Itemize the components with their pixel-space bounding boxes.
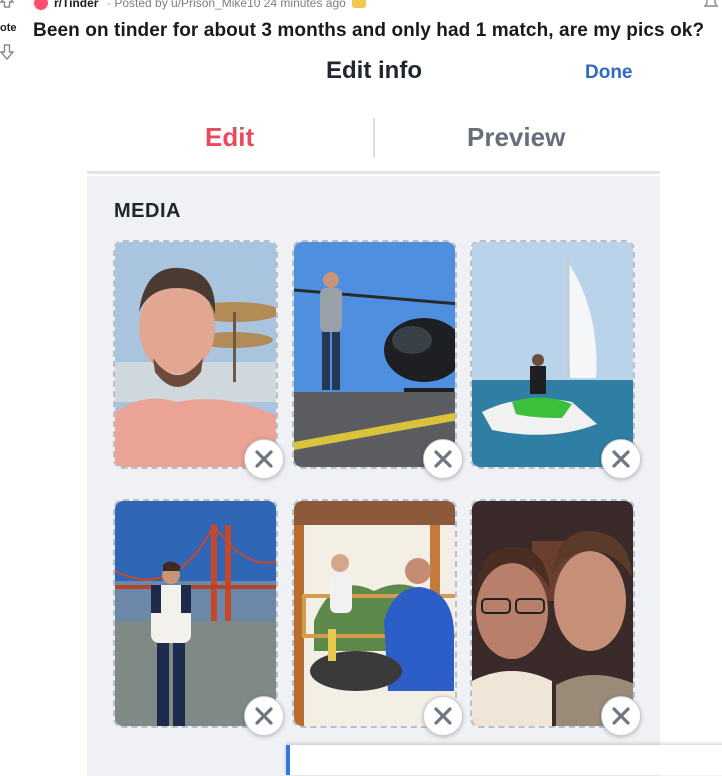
tab-preview[interactable]: Preview bbox=[467, 122, 565, 153]
photo-image bbox=[115, 501, 276, 726]
remove-photo-6-button[interactable] bbox=[601, 696, 641, 736]
tab-divider bbox=[373, 118, 375, 158]
tab-edit[interactable]: Edit bbox=[205, 122, 254, 153]
close-icon bbox=[255, 707, 273, 725]
close-icon bbox=[255, 450, 273, 468]
close-icon bbox=[612, 707, 630, 725]
photo-slot-2[interactable] bbox=[292, 240, 457, 469]
post-title[interactable]: Been on tinder for about 3 months and on… bbox=[33, 20, 704, 42]
tab-bar: Edit Preview bbox=[87, 110, 660, 174]
photo-slot-1[interactable] bbox=[113, 240, 278, 469]
subreddit-link[interactable]: r/Tinder bbox=[54, 0, 98, 9]
photo-image bbox=[472, 242, 633, 467]
photo-slot-3[interactable] bbox=[470, 240, 635, 469]
notification-toast[interactable] bbox=[286, 745, 722, 775]
photo-image bbox=[294, 242, 455, 467]
photo-image bbox=[115, 242, 276, 467]
remove-photo-5-button[interactable] bbox=[423, 696, 463, 736]
photo-image bbox=[294, 501, 455, 726]
photo-slot-6[interactable] bbox=[470, 499, 635, 728]
subreddit-icon[interactable] bbox=[34, 0, 48, 10]
vote-label: ote bbox=[0, 22, 17, 34]
remove-photo-2-button[interactable] bbox=[423, 439, 463, 479]
reddit-post-meta: r/Tinder · Posted by u/Prison_Mike10 24 … bbox=[0, 0, 722, 12]
tab-underline bbox=[87, 171, 660, 174]
arrow-up-icon[interactable] bbox=[0, 0, 14, 8]
bell-icon[interactable] bbox=[702, 0, 720, 10]
close-icon bbox=[612, 450, 630, 468]
remove-photo-3-button[interactable] bbox=[601, 439, 641, 479]
photo-image bbox=[472, 501, 633, 726]
done-button[interactable]: Done bbox=[585, 62, 633, 84]
photo-slot-4[interactable] bbox=[113, 499, 278, 728]
section-heading: MEDIA bbox=[114, 200, 181, 222]
media-panel: MEDIA bbox=[87, 176, 660, 776]
remove-photo-1-button[interactable] bbox=[244, 439, 284, 479]
post-meta-text: · Posted by u/Prison_Mike10 24 minutes a… bbox=[107, 0, 346, 10]
photo-slot-5[interactable] bbox=[292, 499, 457, 728]
award-icon bbox=[352, 0, 366, 8]
close-icon bbox=[434, 707, 452, 725]
close-icon bbox=[434, 450, 452, 468]
remove-photo-4-button[interactable] bbox=[244, 696, 284, 736]
